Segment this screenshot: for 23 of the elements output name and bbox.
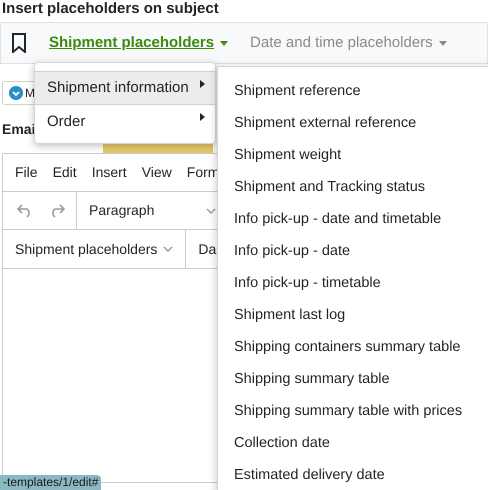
submenu-option[interactable]: Shipping summary table with prices [218, 396, 488, 428]
email-label: Emai [2, 120, 36, 139]
submenu-option[interactable]: Shipment last log [218, 300, 488, 332]
submenu-option[interactable]: Shipping containers summary table [218, 332, 488, 364]
menu-item[interactable]: Edit [52, 162, 77, 183]
submenu-option[interactable]: Info pick-up - timetable [218, 268, 488, 300]
submenu-option[interactable]: Shipment weight [218, 140, 488, 172]
menu-item[interactable]: View [142, 162, 172, 183]
menu-item[interactable]: File [15, 162, 38, 183]
submenu-option[interactable]: Shipment external reference [218, 108, 488, 140]
paragraph-dropdown[interactable]: Paragraph [76, 192, 216, 229]
submenu-option[interactable]: Shipping summary table [218, 364, 488, 396]
status-url: -templates/1/edit# [0, 475, 102, 490]
menu-item[interactable]: Insert [92, 162, 127, 183]
menu-option[interactable]: Shipment information [35, 71, 215, 105]
section-heading: Insert placeholders on subject [2, 0, 220, 18]
placeholder-tab[interactable]: Shipment placeholders [49, 32, 228, 54]
placeholder-dropdown[interactable]: Shipment placeholders [3, 230, 186, 268]
submenu-option[interactable]: Shipment and Tracking status [218, 172, 488, 204]
submenu-option[interactable]: Collection date [218, 428, 488, 460]
submenu-option[interactable]: Shipment reference [218, 76, 488, 108]
submenu-option[interactable]: Estimated delivery date [218, 460, 488, 490]
menu-option[interactable]: Order [35, 105, 215, 139]
